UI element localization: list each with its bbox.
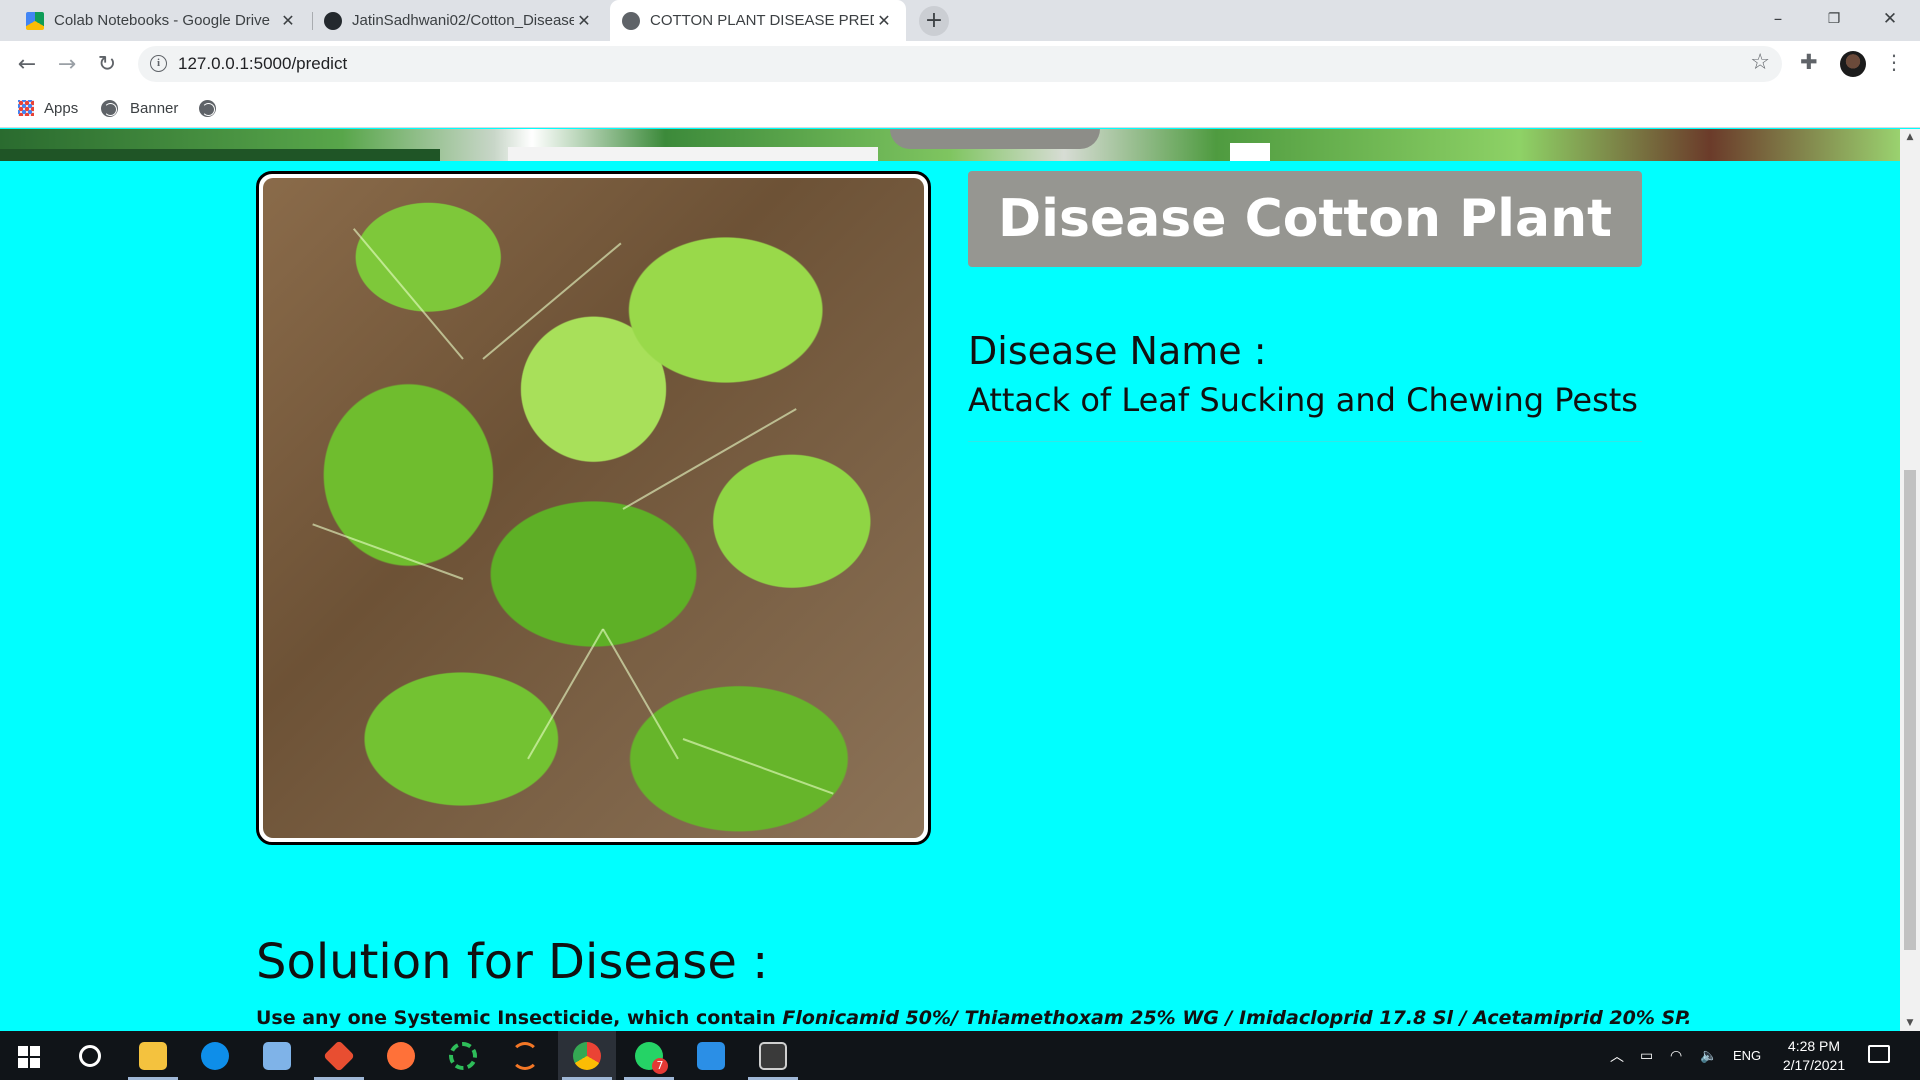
firefox-icon (387, 1041, 415, 1070)
bookmark-label: Apps (44, 99, 79, 117)
bookmark-banner[interactable]: Banner (101, 96, 178, 120)
globe-icon (622, 11, 640, 30)
back-button[interactable]: ← (12, 50, 42, 80)
circle-app-icon (449, 1041, 477, 1070)
taskbar-jupyter[interactable] (496, 1031, 554, 1080)
google-drive-icon (26, 11, 44, 30)
terminal-icon (759, 1041, 787, 1070)
site-info-icon[interactable]: i (150, 55, 167, 72)
scroll-up-arrow[interactable]: ▲ (1900, 129, 1920, 145)
new-tab-button[interactable]: + (919, 6, 949, 36)
address-bar[interactable]: i 127.0.0.1:5000/predict ☆ (138, 46, 1782, 82)
divider (968, 441, 1642, 442)
3d-box-icon (263, 1041, 291, 1070)
apps-grid-icon (18, 100, 34, 116)
header-banner-image (0, 129, 1900, 161)
taskbar-vscode[interactable] (682, 1031, 740, 1080)
git-icon (323, 1039, 355, 1072)
taskbar-circle-app[interactable] (434, 1031, 492, 1080)
tab-github[interactable]: JatinSadhwani02/Cotton_Disease ✕ (312, 0, 606, 41)
page-scrollbar[interactable]: ▲ ▼ (1900, 129, 1920, 1031)
scroll-thumb[interactable] (1904, 470, 1916, 950)
close-tab-icon[interactable]: ✕ (874, 11, 894, 31)
browser-menu-icon[interactable]: ⋮ (1884, 50, 1904, 74)
tab-colab-drive[interactable]: Colab Notebooks - Google Drive ✕ (14, 0, 310, 41)
jupyter-icon (511, 1041, 539, 1070)
tab-title: JatinSadhwani02/Cotton_Disease (352, 12, 574, 29)
page-viewport: Disease Cotton Plant Disease Name : Atta… (0, 129, 1900, 1031)
system-clock[interactable]: 4:28 PM 2/17/2021 (1774, 1037, 1854, 1075)
tab-title: COTTON PLANT DISEASE PREDIC (650, 12, 874, 29)
bookmark-apps[interactable]: Apps (18, 96, 78, 120)
taskbar-file-explorer[interactable] (124, 1031, 182, 1080)
restore-button[interactable]: ❐ (1806, 0, 1862, 41)
clock-date: 2/17/2021 (1782, 1057, 1846, 1073)
bookmark-star-icon[interactable]: ☆ (1750, 50, 1770, 75)
forward-button[interactable]: → (52, 50, 82, 80)
scroll-down-arrow[interactable]: ▼ (1900, 1015, 1920, 1031)
solution-heading: Solution for Disease : (256, 934, 769, 990)
bookmark-label: Banner (130, 99, 179, 117)
cotton-leaf-photo (263, 178, 924, 838)
wifi-icon[interactable]: ◠ (1670, 1031, 1682, 1080)
close-tab-icon[interactable]: ✕ (278, 11, 298, 31)
battery-icon[interactable]: ▭ (1640, 1031, 1653, 1080)
language-indicator[interactable]: ENG (1733, 1031, 1761, 1080)
volume-icon[interactable]: 🔈 (1700, 1031, 1717, 1080)
extensions-puzzle-icon[interactable]: ✚ (1800, 50, 1818, 74)
tray-chevron-up-icon[interactable]: ︿ (1610, 1031, 1624, 1080)
file-explorer-icon (139, 1041, 167, 1070)
taskbar-whatsapp[interactable]: 7 (620, 1031, 678, 1080)
tab-cotton-predict[interactable]: COTTON PLANT DISEASE PREDIC ✕ (610, 0, 906, 41)
windows-start-icon[interactable] (18, 1046, 40, 1068)
taskbar-git[interactable] (310, 1031, 368, 1080)
bookmarks-bar: Apps Banner (0, 88, 1920, 128)
chrome-icon (573, 1041, 601, 1070)
windows-taskbar: 7 ︿ ▭ ◠ 🔈 ENG 4:28 PM 2/17/2021 (0, 1031, 1920, 1080)
vscode-icon (697, 1041, 725, 1070)
taskbar-chrome[interactable] (558, 1031, 616, 1080)
solution-prefix: Use any one Systemic Insecticide, which … (256, 1007, 783, 1029)
profile-avatar[interactable] (1840, 51, 1866, 77)
action-center-icon[interactable] (1868, 1045, 1890, 1063)
teamviewer-icon (201, 1041, 229, 1070)
close-window-button[interactable]: ✕ (1862, 0, 1918, 41)
solution-text: Use any one Systemic Insecticide, which … (256, 1007, 1691, 1029)
minimize-button[interactable]: – (1750, 0, 1806, 41)
taskbar-firefox[interactable] (372, 1031, 430, 1080)
browser-tab-strip: Colab Notebooks - Google Drive ✕ JatinSa… (0, 0, 1920, 41)
uploaded-image-frame (256, 171, 931, 845)
notification-badge: 7 (652, 1058, 668, 1074)
reload-button[interactable]: ↻ (92, 50, 122, 80)
page-title: Disease Cotton Plant (968, 171, 1642, 267)
tab-title: Colab Notebooks - Google Drive (54, 12, 270, 29)
solution-chemicals: Flonicamid 50%/ Thiamethoxam 25% WG / Im… (782, 1007, 1692, 1029)
taskbar-teamviewer[interactable] (186, 1031, 244, 1080)
clock-time: 4:28 PM (1787, 1038, 1841, 1054)
taskbar-terminal[interactable] (744, 1031, 802, 1080)
globe-icon (101, 99, 118, 117)
browser-toolbar: ← → ↻ i 127.0.0.1:5000/predict ☆ (0, 41, 1920, 88)
taskbar-3d-box[interactable] (248, 1031, 306, 1080)
address-url[interactable]: 127.0.0.1:5000/predict (178, 54, 347, 74)
close-tab-icon[interactable]: ✕ (574, 11, 594, 31)
disease-name-value: Attack of Leaf Sucking and Chewing Pests (968, 381, 1638, 419)
github-icon (324, 11, 342, 30)
globe-icon (199, 99, 216, 117)
bookmark-untitled[interactable] (199, 96, 228, 120)
disease-name-label: Disease Name : (968, 329, 1267, 373)
search-circle-icon[interactable] (79, 1045, 101, 1067)
